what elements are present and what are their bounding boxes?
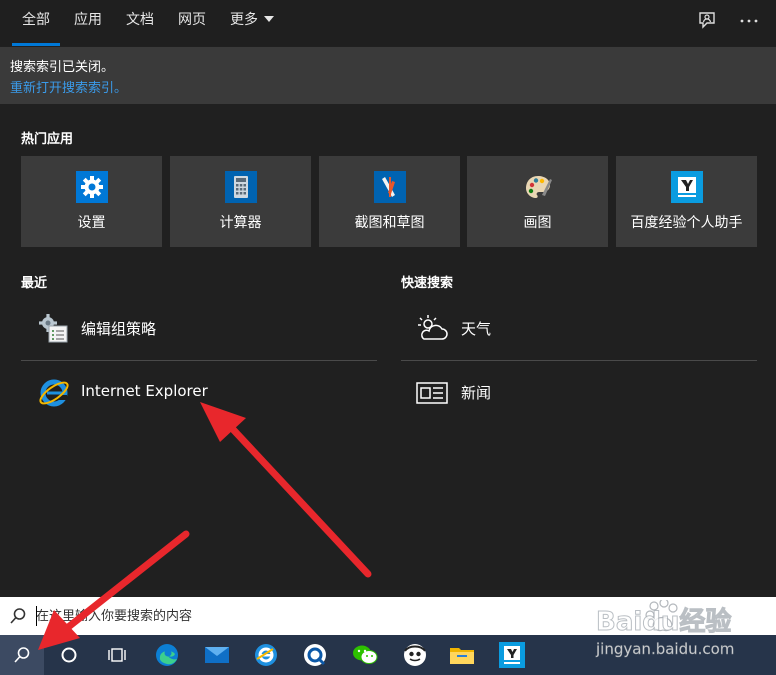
internet-explorer-icon <box>37 376 71 410</box>
more-options-icon[interactable] <box>738 10 760 32</box>
tab-web[interactable]: 网页 <box>178 0 206 46</box>
task-view-icon <box>108 648 126 662</box>
chevron-down-icon <box>264 16 274 22</box>
quick-assist-icon <box>304 644 326 666</box>
top-tab-bar: 全部 应用 文档 网页 更多 <box>0 0 776 46</box>
group-policy-icon <box>37 312 71 346</box>
tile-snip-sketch[interactable]: 截图和草图 <box>319 156 460 247</box>
recent-item-internet-explorer[interactable]: Internet Explorer <box>21 362 377 422</box>
tab-documents[interactable]: 文档 <box>126 0 154 46</box>
feedback-icon[interactable] <box>697 10 719 32</box>
taskbar-quick-assist[interactable] <box>292 635 338 675</box>
snip-sketch-icon <box>373 171 406 203</box>
app-icon <box>404 644 426 666</box>
search-box[interactable] <box>0 597 776 635</box>
taskbar-wechat[interactable] <box>342 635 388 675</box>
tile-paint[interactable]: 画图 <box>467 156 608 247</box>
text-cursor <box>36 606 37 626</box>
tile-baidu-jingyan[interactable]: 百度经验个人助手 <box>616 156 757 247</box>
wechat-icon <box>353 645 378 664</box>
reenable-index-link[interactable]: 重新打开搜索索引。 <box>10 77 127 96</box>
recent-divider <box>21 360 377 361</box>
tab-apps[interactable]: 应用 <box>74 0 102 46</box>
taskbar-app[interactable] <box>392 635 438 675</box>
mail-icon <box>205 647 229 663</box>
paint-palette-icon <box>522 171 554 203</box>
taskbar-mail[interactable] <box>194 635 240 675</box>
taskbar-file-explorer[interactable] <box>439 635 485 675</box>
taskbar-search-button[interactable] <box>0 635 44 675</box>
notice-message: 搜索索引已关闭。 <box>10 60 115 75</box>
edge-icon <box>156 644 178 666</box>
baidu-jingyan-icon <box>670 171 703 203</box>
taskbar <box>0 635 776 675</box>
taskbar-browser[interactable] <box>243 635 289 675</box>
tile-calculator[interactable]: 计算器 <box>170 156 311 247</box>
quick-search-title: 快速搜索 <box>401 276 454 291</box>
taskbar-edge[interactable] <box>144 635 190 675</box>
settings-gear-icon <box>75 171 108 203</box>
quick-search-weather[interactable]: 天气 <box>401 298 757 358</box>
file-explorer-icon <box>450 648 474 664</box>
tab-all[interactable]: 全部 <box>12 0 60 46</box>
cortana-icon <box>61 647 77 663</box>
hot-apps-title: 热门应用 <box>21 132 74 147</box>
news-icon <box>415 376 449 410</box>
index-notice: 搜索索引已关闭。 重新打开搜索索引。 <box>0 47 776 104</box>
browser-icon <box>255 644 277 666</box>
recent-title: 最近 <box>21 276 48 291</box>
tile-settings[interactable]: 设置 <box>21 156 162 247</box>
search-icon <box>8 606 28 626</box>
tab-more[interactable]: 更多 <box>230 0 274 46</box>
recent-item-group-policy[interactable]: 编辑组策略 <box>21 298 377 358</box>
taskbar-baidu-jingyan[interactable] <box>489 635 535 675</box>
search-icon <box>14 647 30 663</box>
baidu-jingyan-icon <box>499 642 525 668</box>
quick-search-news[interactable]: 新闻 <box>401 362 757 422</box>
search-input[interactable] <box>36 603 736 629</box>
quick-search-divider <box>401 360 757 361</box>
taskbar-task-view[interactable] <box>94 635 140 675</box>
taskbar-cortana[interactable] <box>46 635 92 675</box>
arrow-to-internet-explorer <box>200 402 372 578</box>
weather-icon <box>415 312 449 346</box>
calculator-icon <box>224 171 257 203</box>
